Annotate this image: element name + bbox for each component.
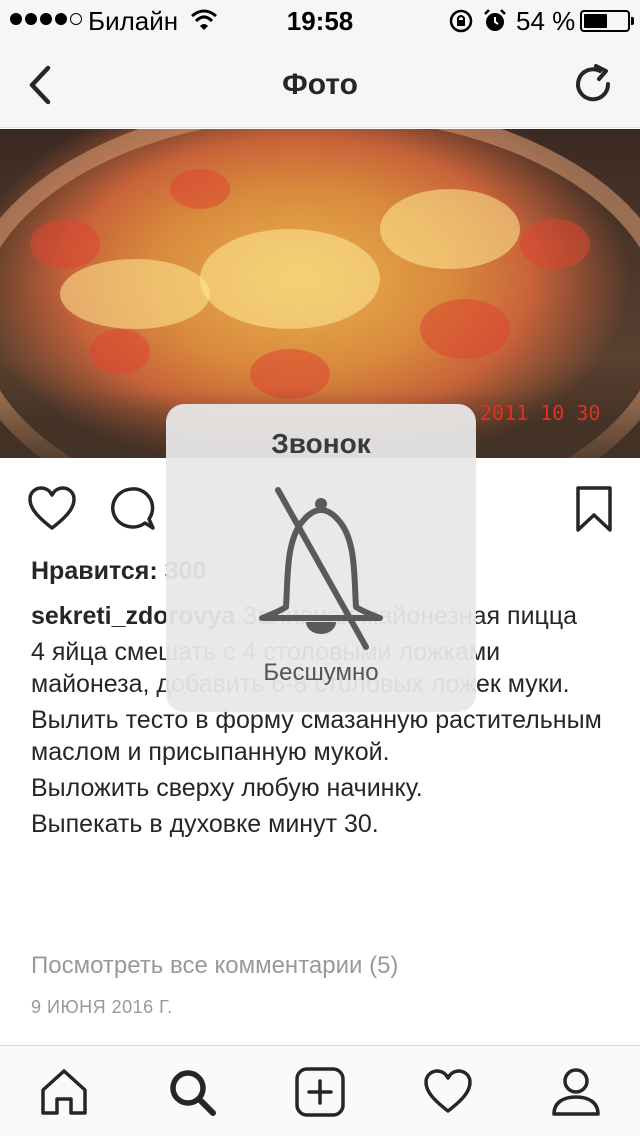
ringer-silent-hud: Звонок Бесшумно	[166, 404, 476, 712]
view-comments-link[interactable]: Посмотреть все комментарии (5)	[31, 952, 398, 980]
post-date: 9 ИЮНЯ 2016 Г.	[31, 997, 173, 1017]
carrier-name: Билайн	[88, 6, 179, 36]
battery-percent: 54 %	[516, 6, 576, 36]
hud-subtitle: Бесшумно	[263, 659, 379, 686]
page-title: Фото	[282, 68, 358, 101]
top-bar: Билайн 19:58 54 % Фото	[0, 0, 640, 128]
caption-line: Выложить сверху любую начинку.	[31, 774, 423, 802]
search-icon[interactable]	[166, 1066, 218, 1118]
activity-heart-icon[interactable]	[422, 1066, 474, 1118]
caption-line: Вылить тесто в форму смазанную раститель…	[31, 706, 602, 766]
home-icon[interactable]	[38, 1066, 90, 1118]
back-button[interactable]	[22, 62, 58, 108]
tab-bar	[0, 1045, 640, 1136]
hud-title: Звонок	[271, 428, 371, 459]
wifi-icon	[191, 9, 217, 30]
photo-date-stamp: 2011 10 30	[480, 401, 601, 425]
add-post-icon[interactable]	[294, 1066, 346, 1118]
comment-icon[interactable]	[107, 484, 157, 534]
profile-icon[interactable]	[550, 1066, 602, 1118]
alarm-icon	[484, 9, 506, 31]
bell-muted-icon	[259, 487, 383, 650]
caption-line: Выпекать в духовке минут 30.	[31, 810, 379, 838]
rotation-lock-icon	[449, 9, 473, 33]
status-bar: Билайн 19:58 54 %	[0, 0, 640, 40]
bookmark-icon[interactable]	[569, 484, 619, 534]
refresh-button[interactable]	[570, 62, 616, 108]
heart-icon[interactable]	[27, 484, 77, 534]
battery-icon	[580, 10, 634, 32]
signal-strength-icon	[10, 13, 82, 25]
